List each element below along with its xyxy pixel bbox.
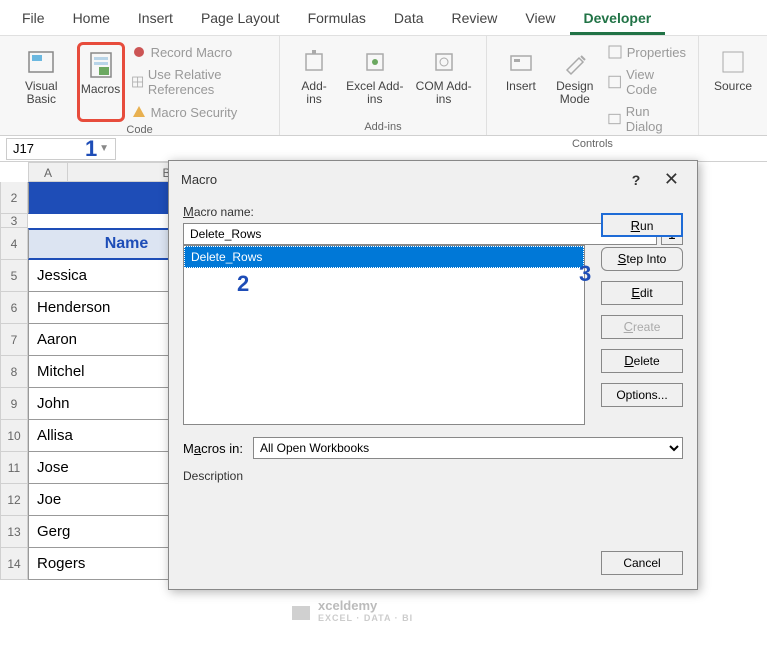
annotation-3: 3 bbox=[579, 261, 591, 287]
com-addins-icon bbox=[428, 46, 460, 78]
run-dialog-button[interactable]: Run Dialog bbox=[605, 102, 688, 136]
row-header[interactable]: 10 bbox=[0, 420, 28, 452]
insert-control-button[interactable]: Insert bbox=[497, 42, 545, 136]
row-header[interactable]: 7 bbox=[0, 324, 28, 356]
group-xml: Source bbox=[699, 36, 767, 135]
tab-view[interactable]: View bbox=[511, 4, 569, 35]
tab-insert[interactable]: Insert bbox=[124, 4, 187, 35]
com-addins-button[interactable]: COM Add-ins bbox=[411, 42, 475, 119]
ribbon-tabs: File Home Insert Page Layout Formulas Da… bbox=[0, 0, 767, 36]
row-header[interactable]: 13 bbox=[0, 516, 28, 548]
properties-icon bbox=[607, 44, 623, 60]
macros-icon bbox=[85, 49, 117, 81]
row-header[interactable]: 9 bbox=[0, 388, 28, 420]
row-header[interactable]: 12 bbox=[0, 484, 28, 516]
tab-home[interactable]: Home bbox=[59, 4, 124, 35]
row-header[interactable]: 5 bbox=[0, 260, 28, 292]
annotation-2: 2 bbox=[237, 271, 249, 297]
tab-file[interactable]: File bbox=[8, 4, 59, 35]
ribbon: Visual Basic Macros Record Macro Use Rel… bbox=[0, 36, 767, 136]
edit-button[interactable]: Edit bbox=[601, 281, 683, 305]
insert-control-icon bbox=[505, 46, 537, 78]
visual-basic-icon bbox=[25, 46, 57, 78]
create-button: Create bbox=[601, 315, 683, 339]
view-code-button[interactable]: View Code bbox=[605, 65, 688, 99]
addins-button[interactable]: Add-ins bbox=[290, 42, 338, 119]
tab-developer[interactable]: Developer bbox=[570, 4, 666, 35]
macro-dialog: Macro ? ✕ Macro name: ↥ Delete_Rows Macr… bbox=[168, 160, 698, 590]
row-header[interactable]: 6 bbox=[0, 292, 28, 324]
macros-in-label: Macros in: bbox=[183, 441, 243, 456]
group-controls: Insert Design Mode Properties View Code … bbox=[487, 36, 699, 135]
delete-button[interactable]: Delete bbox=[601, 349, 683, 373]
record-macro-button[interactable]: Record Macro bbox=[129, 42, 270, 62]
dialog-icon bbox=[607, 111, 622, 127]
macros-button[interactable]: Macros bbox=[77, 42, 125, 122]
dialog-title: Macro bbox=[181, 172, 217, 187]
excel-addins-button[interactable]: Excel Add-ins bbox=[342, 42, 407, 119]
cancel-button[interactable]: Cancel bbox=[601, 551, 683, 575]
excel-addins-icon bbox=[359, 46, 391, 78]
help-button[interactable]: ? bbox=[632, 172, 641, 188]
relative-refs-button[interactable]: Use Relative References bbox=[129, 65, 270, 99]
row-header[interactable]: 2 bbox=[0, 182, 28, 214]
properties-button[interactable]: Properties bbox=[605, 42, 688, 62]
addins-icon bbox=[298, 46, 330, 78]
row-header[interactable]: 8 bbox=[0, 356, 28, 388]
macro-name-input[interactable] bbox=[183, 223, 657, 245]
code-icon bbox=[607, 74, 622, 90]
row-header[interactable]: 4 bbox=[0, 228, 28, 260]
row-header[interactable]: 3 bbox=[0, 214, 28, 228]
tab-formulas[interactable]: Formulas bbox=[294, 4, 380, 35]
name-box[interactable]: J17 ▼ bbox=[6, 138, 116, 160]
annotation-1: 1 bbox=[85, 136, 97, 162]
watermark: xceldemy EXCEL · DATA · BI bbox=[290, 598, 413, 623]
col-a[interactable]: A bbox=[28, 162, 68, 182]
chevron-down-icon[interactable]: ▼ bbox=[99, 143, 109, 154]
run-button[interactable]: Run bbox=[601, 213, 683, 237]
tab-data[interactable]: Data bbox=[380, 4, 438, 35]
list-item[interactable]: Delete_Rows bbox=[184, 246, 584, 268]
group-addins: Add-ins Excel Add-ins COM Add-ins Add-in… bbox=[280, 36, 487, 135]
formula-bar-row: J17 ▼ bbox=[0, 136, 767, 162]
group-code: Visual Basic Macros Record Macro Use Rel… bbox=[0, 36, 280, 135]
macro-security-button[interactable]: Macro Security bbox=[129, 102, 270, 122]
source-button[interactable]: Source bbox=[709, 42, 757, 133]
row-header[interactable]: 14 bbox=[0, 548, 28, 580]
source-icon bbox=[717, 46, 749, 78]
row-header[interactable]: 11 bbox=[0, 452, 28, 484]
watermark-icon bbox=[290, 600, 312, 622]
close-icon[interactable]: ✕ bbox=[658, 169, 685, 189]
tab-review[interactable]: Review bbox=[438, 4, 512, 35]
description-label: Description bbox=[183, 469, 683, 483]
tab-pagelayout[interactable]: Page Layout bbox=[187, 4, 294, 35]
design-icon bbox=[559, 46, 591, 78]
record-icon bbox=[131, 44, 147, 60]
options-button[interactable]: Options... bbox=[601, 383, 683, 407]
visual-basic-button[interactable]: Visual Basic bbox=[10, 42, 73, 122]
warning-icon bbox=[131, 104, 147, 120]
grid-icon bbox=[131, 74, 144, 90]
step-into-button[interactable]: Step Into bbox=[601, 247, 683, 271]
design-mode-button[interactable]: Design Mode bbox=[549, 42, 601, 136]
dialog-titlebar: Macro ? ✕ bbox=[169, 161, 697, 198]
macros-in-select[interactable]: All Open Workbooks bbox=[253, 437, 683, 459]
